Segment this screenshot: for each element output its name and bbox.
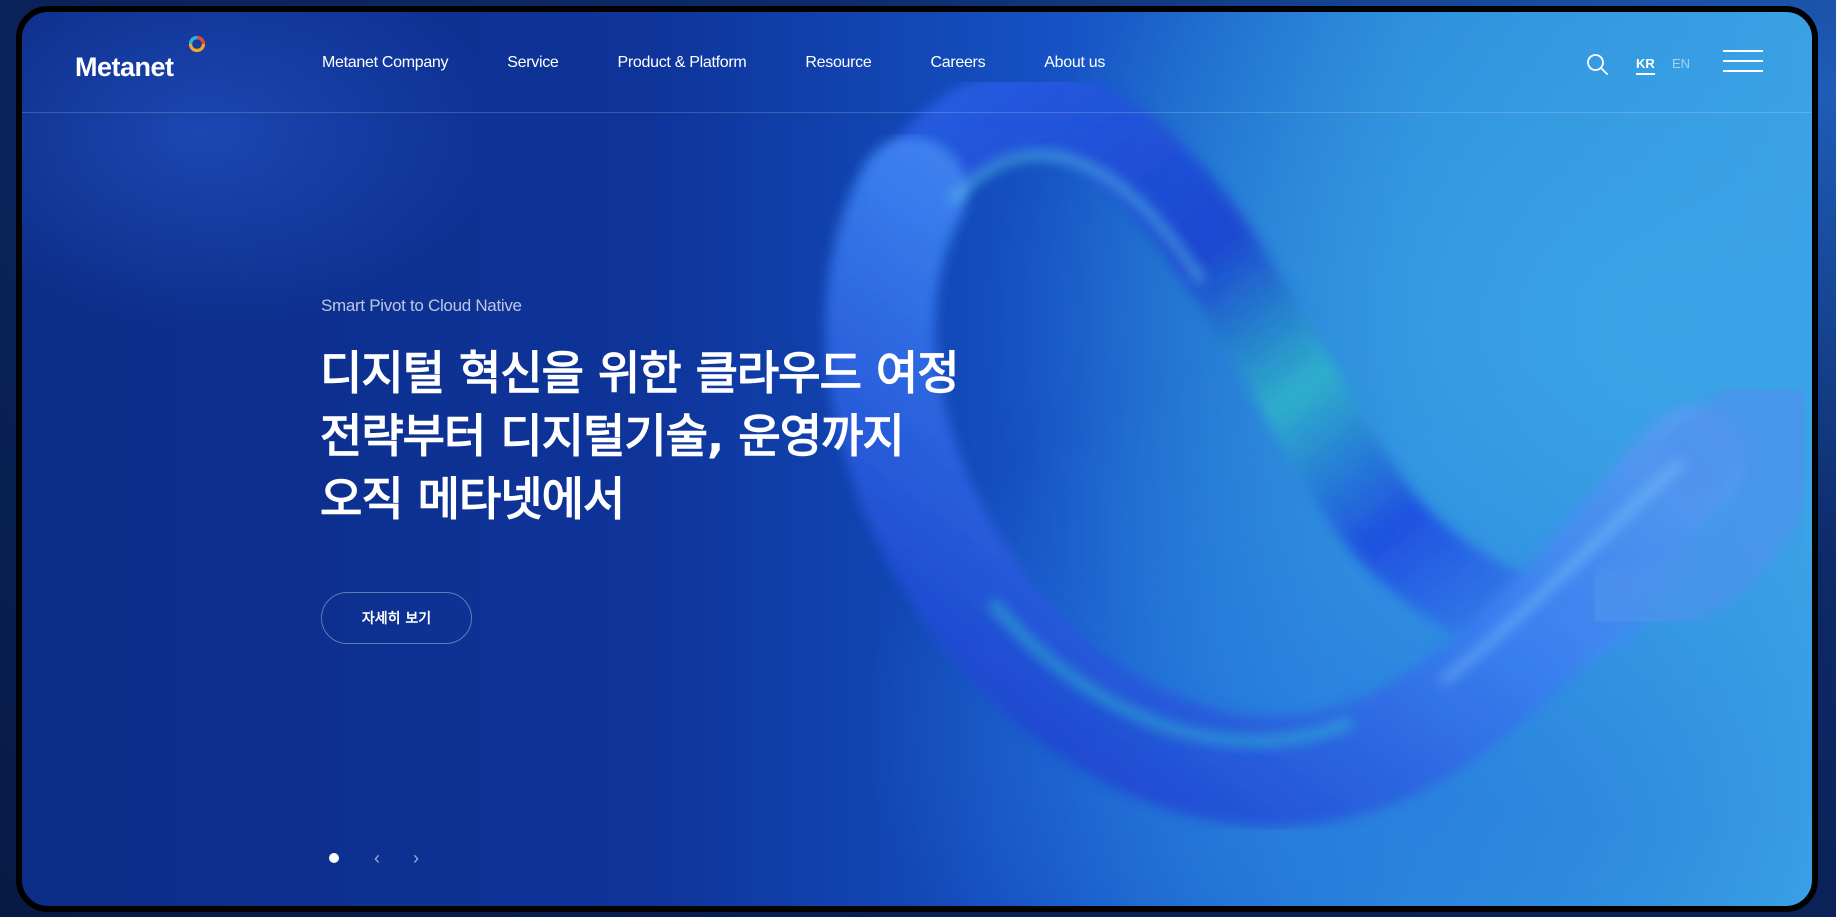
language-kr-link[interactable]: KR [1636, 56, 1655, 75]
chevron-left-icon[interactable]: ‹ [367, 848, 387, 868]
main-nav: Metanet Company Service Product & Platfo… [322, 54, 1164, 72]
nav-item-service[interactable]: Service [507, 54, 559, 72]
search-icon[interactable] [1585, 52, 1609, 76]
nav-item-product-platform[interactable]: Product & Platform [618, 54, 747, 72]
slide-indicator-dot[interactable] [329, 853, 339, 863]
nav-item-metanet-company[interactable]: Metanet Company [322, 54, 449, 72]
chevron-right-icon[interactable]: › [406, 848, 426, 868]
language-en-link[interactable]: EN [1672, 56, 1690, 71]
nav-item-about-us[interactable]: About us [1044, 54, 1105, 72]
nav-item-careers[interactable]: Careers [930, 54, 985, 72]
site-logo[interactable]: Metanet [75, 52, 174, 83]
hero-eyebrow: Smart Pivot to Cloud Native [321, 296, 522, 315]
browser-viewport: Metanet Metanet Company Service Product … [16, 6, 1818, 912]
hamburger-menu-icon[interactable] [1723, 50, 1763, 74]
hero-headline-line: 디지털 혁신을 위한 클라우드 여정 [320, 346, 960, 400]
hero-headline-line: 오직 메타넷에서 [320, 472, 625, 526]
hero-headline: 디지털 혁신을 위한 클라우드 여정 전략부터 디지털기술, 운영까지 오직 메… [320, 342, 1020, 531]
learn-more-button[interactable]: 자세히 보기 [321, 592, 472, 644]
site-header: Metanet Metanet Company Service Product … [22, 12, 1812, 113]
hero-headline-line: 전략부터 디지털기술, 운영까지 [320, 409, 905, 463]
logo-mark-icon [188, 35, 206, 53]
nav-item-resource[interactable]: Resource [805, 54, 871, 72]
screen-backdrop: Metanet Metanet Company Service Product … [0, 0, 1836, 917]
